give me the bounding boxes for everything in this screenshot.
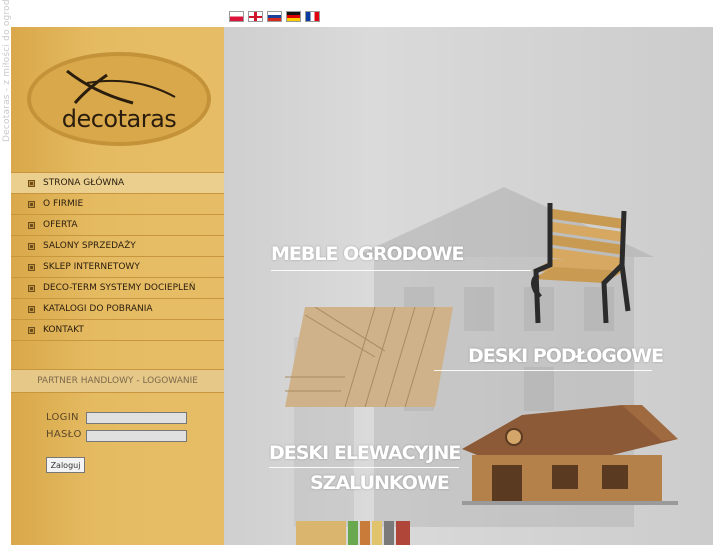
nav-item-deco-term[interactable]: DECO-TERM SYSTEMY DOCIEPLEŃ	[11, 277, 224, 298]
nav-bullet-icon	[28, 221, 35, 229]
nav-bullet-icon	[28, 242, 35, 250]
hero-title-cladding[interactable]: SZALUNKOWE	[310, 472, 450, 494]
nav-item-shop[interactable]: SKLEP INTERNETOWY	[11, 256, 224, 277]
hero-title-facade-boards[interactable]: DESKI ELEWACYJNE	[269, 442, 461, 464]
login-submit-button[interactable]: Zaloguj	[46, 457, 85, 473]
flag-french[interactable]	[305, 11, 320, 22]
nav-divider	[11, 340, 224, 367]
login-input[interactable]	[86, 412, 187, 424]
nav-bullet-icon	[28, 326, 35, 334]
flag-russian[interactable]	[267, 11, 282, 22]
hero-title-garden-furniture[interactable]: MEBLE OGRODOWE	[271, 243, 464, 265]
hero-title-floor-boards[interactable]: DESKI PODŁOGOWE	[468, 345, 664, 367]
language-flags	[229, 11, 320, 23]
nav-item-about[interactable]: O FIRMIE	[11, 193, 224, 214]
nav-bullet-icon	[28, 263, 35, 271]
nav-item-label: STRONA GŁÓWNA	[43, 178, 125, 188]
sidebar: decotaras STRONA GŁÓWNA O FIRMIE OFERTA …	[11, 27, 224, 545]
main-nav: STRONA GŁÓWNA O FIRMIE OFERTA SALONY SPR…	[11, 172, 224, 367]
login-label: LOGIN	[46, 412, 79, 423]
cladding-panels-image[interactable]	[296, 521, 416, 545]
nav-item-offer[interactable]: OFERTA	[11, 214, 224, 235]
nav-item-label: SALONY SPRZEDAŻY	[43, 241, 136, 251]
logo-ellipse-icon	[27, 52, 211, 146]
hero-rule	[269, 467, 459, 468]
nav-item-contact[interactable]: KONTAKT	[11, 319, 224, 340]
nav-bullet-icon	[28, 305, 35, 313]
nav-item-label: O FIRMIE	[43, 199, 84, 209]
hero-banner: MEBLE OGRODOWE DESKI PODŁOGOWE DESKI ELE…	[224, 27, 713, 545]
flag-german[interactable]	[286, 11, 301, 22]
password-input[interactable]	[86, 430, 187, 442]
nav-item-home[interactable]: STRONA GŁÓWNA	[11, 172, 224, 193]
nav-bullet-icon	[28, 284, 35, 292]
nav-item-label: KONTAKT	[43, 325, 84, 335]
password-label: HASŁO	[46, 429, 82, 440]
flag-english[interactable]	[248, 11, 263, 22]
nav-item-label: SKLEP INTERNETOWY	[43, 262, 140, 272]
partner-login-heading[interactable]: PARTNER HANDLOWY - LOGOWANIE	[11, 369, 224, 393]
wooden-house-image[interactable]	[462, 405, 678, 505]
hero-rule	[434, 370, 652, 371]
flag-polish[interactable]	[229, 11, 244, 22]
hero-rule	[271, 270, 531, 271]
nav-item-label: DECO-TERM SYSTEMY DOCIEPLEŃ	[43, 283, 196, 293]
nav-item-label: KATALOGI DO POBRANIA	[43, 304, 153, 314]
logo-text: decotaras	[61, 105, 177, 133]
site-logo[interactable]: decotaras	[25, 49, 213, 149]
nav-bullet-icon	[28, 200, 35, 208]
floor-deck-image[interactable]	[285, 307, 453, 407]
garden-bench-image[interactable]	[524, 201, 634, 325]
nav-item-catalogs[interactable]: KATALOGI DO POBRANIA	[11, 298, 224, 319]
nav-item-showrooms[interactable]: SALONY SPRZEDAŻY	[11, 235, 224, 256]
nav-bullet-icon	[28, 179, 35, 187]
nav-item-label: OFERTA	[43, 220, 78, 230]
